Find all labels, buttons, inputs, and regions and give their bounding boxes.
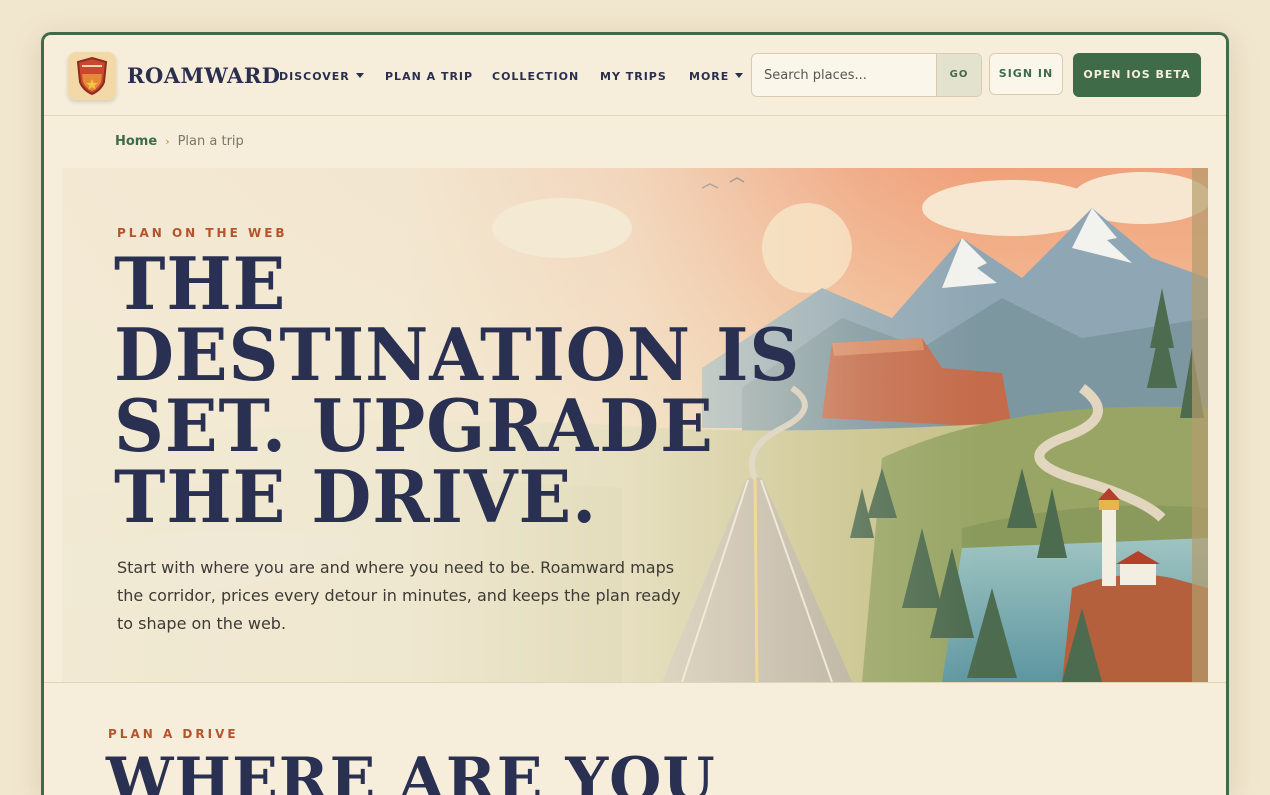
nav-collection[interactable]: COLLECTION bbox=[492, 70, 579, 86]
logo-icon[interactable] bbox=[68, 52, 116, 100]
nav-my-trips[interactable]: MY TRIPS bbox=[600, 70, 667, 86]
hero-eyebrow: PLAN ON THE WEB bbox=[117, 226, 288, 240]
breadcrumb-current: Plan a trip bbox=[177, 134, 244, 149]
breadcrumb-home-link[interactable]: Home bbox=[115, 134, 157, 149]
nav-label: DISCOVER bbox=[279, 70, 350, 83]
brand-name[interactable]: ROAMWARD bbox=[127, 63, 280, 88]
nav-more[interactable]: MORE bbox=[689, 70, 744, 86]
nav-label: MORE bbox=[689, 70, 730, 83]
chevron-down-icon bbox=[355, 73, 364, 78]
breadcrumb-separator: › bbox=[165, 135, 170, 148]
search-go-button[interactable]: GO bbox=[936, 54, 981, 96]
section-eyebrow: PLAN A DRIVE bbox=[108, 727, 239, 741]
section-divider bbox=[44, 682, 1226, 683]
chevron-down-icon bbox=[735, 73, 744, 78]
search-input[interactable] bbox=[752, 54, 936, 96]
hero-description: Start with where you are and where you n… bbox=[117, 558, 681, 633]
hero-banner: PLAN ON THE WEB THE DESTINATION IS SET. … bbox=[62, 168, 1208, 682]
nav-label: COLLECTION bbox=[492, 70, 580, 83]
nav-discover[interactable]: DISCOVER bbox=[279, 70, 364, 86]
sign-in-button[interactable]: SIGN IN bbox=[989, 53, 1063, 95]
site-header: ROAMWARD DISCOVER PLAN A TRIP COLLECTION… bbox=[44, 35, 1226, 116]
breadcrumb: Home › Plan a trip bbox=[115, 134, 244, 149]
app-window: ROAMWARD DISCOVER PLAN A TRIP COLLECTION… bbox=[41, 32, 1229, 795]
nav-plan-a-trip[interactable]: PLAN A TRIP bbox=[385, 70, 473, 86]
section-title: WHERE ARE YOU bbox=[106, 745, 716, 795]
nav-label: MY TRIPS bbox=[600, 70, 667, 83]
search-box: GO bbox=[751, 53, 982, 97]
hero-headline: THE DESTINATION IS SET. UPGRADE THE DRIV… bbox=[114, 241, 801, 539]
open-ios-beta-button[interactable]: OPEN IOS BETA bbox=[1073, 53, 1201, 97]
nav-label: PLAN A TRIP bbox=[385, 70, 474, 83]
